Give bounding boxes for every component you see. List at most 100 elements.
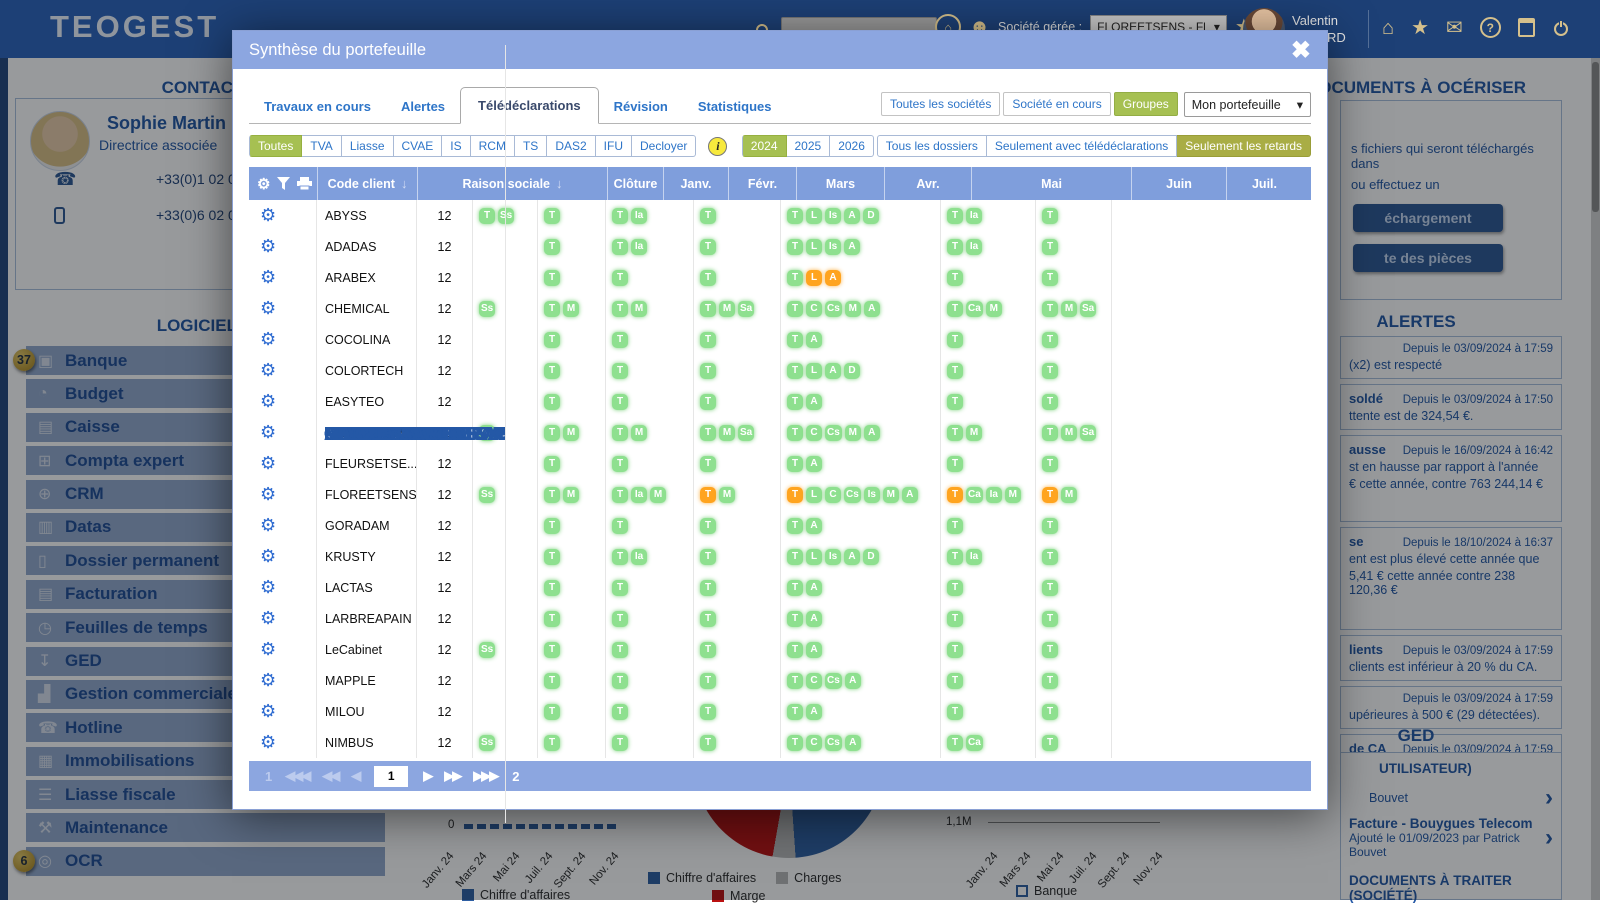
status-badge[interactable]: A bbox=[845, 735, 861, 751]
status-badge[interactable]: C bbox=[806, 673, 822, 689]
filter-button-toutes[interactable]: Toutes bbox=[249, 135, 302, 157]
status-badge[interactable]: Ia bbox=[631, 549, 647, 565]
status-badge[interactable]: M bbox=[719, 487, 735, 503]
status-badge[interactable]: T bbox=[787, 425, 803, 441]
status-badge[interactable]: Ia bbox=[966, 208, 982, 224]
status-badge[interactable]: Ca bbox=[966, 301, 983, 317]
portfolio-select[interactable]: Mon portefeuille ▾ bbox=[1184, 92, 1311, 117]
status-badge[interactable]: T bbox=[700, 735, 716, 751]
status-badge[interactable]: Is bbox=[825, 549, 841, 565]
status-badge[interactable]: A bbox=[825, 270, 841, 286]
scope-button-groupes[interactable]: Groupes bbox=[1114, 92, 1178, 116]
status-badge[interactable]: T bbox=[1042, 673, 1058, 689]
status-badge[interactable]: A bbox=[806, 518, 822, 534]
status-badge[interactable]: T bbox=[544, 425, 560, 441]
status-badge[interactable]: T bbox=[1042, 580, 1058, 596]
status-badge[interactable]: A bbox=[806, 332, 822, 348]
status-badge[interactable]: T bbox=[947, 332, 963, 348]
status-badge[interactable]: T bbox=[544, 332, 560, 348]
status-badge[interactable]: T bbox=[787, 394, 803, 410]
status-badge[interactable]: T bbox=[947, 208, 963, 224]
status-badge[interactable]: A bbox=[806, 611, 822, 627]
status-badge[interactable]: T bbox=[700, 704, 716, 720]
status-badge[interactable]: A bbox=[844, 239, 860, 255]
filter-button-ifu[interactable]: IFU bbox=[596, 135, 632, 157]
print-icon[interactable] bbox=[297, 177, 312, 190]
status-badge[interactable]: T bbox=[1042, 518, 1058, 534]
status-badge[interactable]: T bbox=[947, 363, 963, 379]
status-badge[interactable]: T bbox=[947, 704, 963, 720]
status-badge[interactable]: Cs bbox=[844, 487, 861, 503]
status-badge[interactable]: Ia bbox=[966, 239, 982, 255]
filter-button-ts[interactable]: TS bbox=[515, 135, 547, 157]
status-badge[interactable]: T bbox=[947, 580, 963, 596]
status-badge[interactable]: T bbox=[947, 270, 963, 286]
column-header-juil[interactable]: Juil. bbox=[1226, 167, 1302, 200]
status-badge[interactable]: T bbox=[700, 394, 716, 410]
status-badge[interactable]: A bbox=[806, 456, 822, 472]
status-badge[interactable]: Cs bbox=[825, 673, 842, 689]
gear-icon[interactable]: ⚙ bbox=[260, 298, 276, 319]
status-badge[interactable]: T bbox=[700, 611, 716, 627]
status-badge[interactable]: M bbox=[719, 301, 735, 317]
status-badge[interactable]: T bbox=[612, 394, 628, 410]
gear-icon[interactable]: ⚙ bbox=[260, 329, 276, 350]
status-badge[interactable]: T bbox=[700, 456, 716, 472]
gear-icon[interactable]: ⚙ bbox=[260, 453, 276, 474]
gear-icon[interactable]: ⚙ bbox=[260, 391, 276, 412]
status-badge[interactable]: T bbox=[1042, 332, 1058, 348]
scope-button-toutes-les-sociétés[interactable]: Toutes les sociétés bbox=[881, 92, 1000, 116]
status-badge[interactable]: T bbox=[787, 580, 803, 596]
status-badge[interactable]: T bbox=[700, 332, 716, 348]
status-badge[interactable]: T bbox=[787, 301, 803, 317]
status-badge[interactable]: T bbox=[612, 673, 628, 689]
sort-icon[interactable]: ↓ bbox=[556, 176, 563, 191]
star-icon[interactable]: ★ bbox=[1411, 18, 1429, 38]
status-badge[interactable]: A bbox=[845, 673, 861, 689]
status-badge[interactable]: T bbox=[947, 425, 963, 441]
status-badge[interactable]: T bbox=[787, 518, 803, 534]
status-badge[interactable]: A bbox=[844, 549, 860, 565]
status-badge[interactable]: M bbox=[719, 425, 735, 441]
status-badge[interactable]: T bbox=[787, 239, 803, 255]
status-badge[interactable]: A bbox=[864, 425, 880, 441]
status-badge[interactable]: D bbox=[844, 363, 860, 379]
page-number-first[interactable]: 1 bbox=[265, 769, 270, 784]
status-badge[interactable]: T bbox=[612, 363, 628, 379]
status-badge[interactable]: T bbox=[612, 611, 628, 627]
status-badge[interactable]: T bbox=[612, 642, 628, 658]
column-header-clture[interactable]: Clôture bbox=[607, 167, 663, 200]
status-badge[interactable]: Sa bbox=[738, 425, 754, 441]
status-badge[interactable]: T bbox=[612, 301, 628, 317]
close-icon[interactable]: ✖ bbox=[1291, 36, 1311, 65]
status-badge[interactable]: T bbox=[544, 704, 560, 720]
status-badge[interactable]: Sa bbox=[1080, 425, 1096, 441]
status-badge[interactable]: M bbox=[845, 425, 861, 441]
filter-button-seulement-avec-télédéclarations[interactable]: Seulement avec télédéclarations bbox=[987, 135, 1177, 157]
filter-button-2026[interactable]: 2026 bbox=[830, 135, 874, 157]
status-badge[interactable]: M bbox=[1061, 487, 1077, 503]
status-badge[interactable]: T bbox=[700, 487, 716, 503]
status-badge[interactable]: T bbox=[1042, 456, 1058, 472]
status-badge[interactable]: A bbox=[864, 301, 880, 317]
status-badge[interactable]: T bbox=[787, 332, 803, 348]
status-badge[interactable]: M bbox=[1005, 487, 1021, 503]
gear-icon[interactable]: ⚙ bbox=[260, 236, 276, 257]
status-badge[interactable]: T bbox=[947, 239, 963, 255]
status-badge[interactable]: T bbox=[787, 735, 803, 751]
status-badge[interactable]: M bbox=[563, 301, 579, 317]
status-badge[interactable]: T bbox=[612, 456, 628, 472]
status-badge[interactable]: T bbox=[612, 735, 628, 751]
status-badge[interactable]: M bbox=[966, 425, 982, 441]
status-badge[interactable]: M bbox=[650, 487, 666, 503]
gear-icon[interactable]: ⚙ bbox=[260, 422, 276, 443]
status-badge[interactable]: T bbox=[544, 394, 560, 410]
status-badge[interactable]: T bbox=[612, 239, 628, 255]
status-badge[interactable]: T bbox=[1042, 270, 1058, 286]
status-badge[interactable]: M bbox=[883, 487, 899, 503]
gear-icon[interactable]: ⚙ bbox=[260, 205, 276, 226]
status-badge[interactable]: T bbox=[787, 611, 803, 627]
status-badge[interactable]: C bbox=[806, 735, 822, 751]
status-badge[interactable]: T bbox=[947, 456, 963, 472]
status-badge[interactable]: T bbox=[544, 642, 560, 658]
